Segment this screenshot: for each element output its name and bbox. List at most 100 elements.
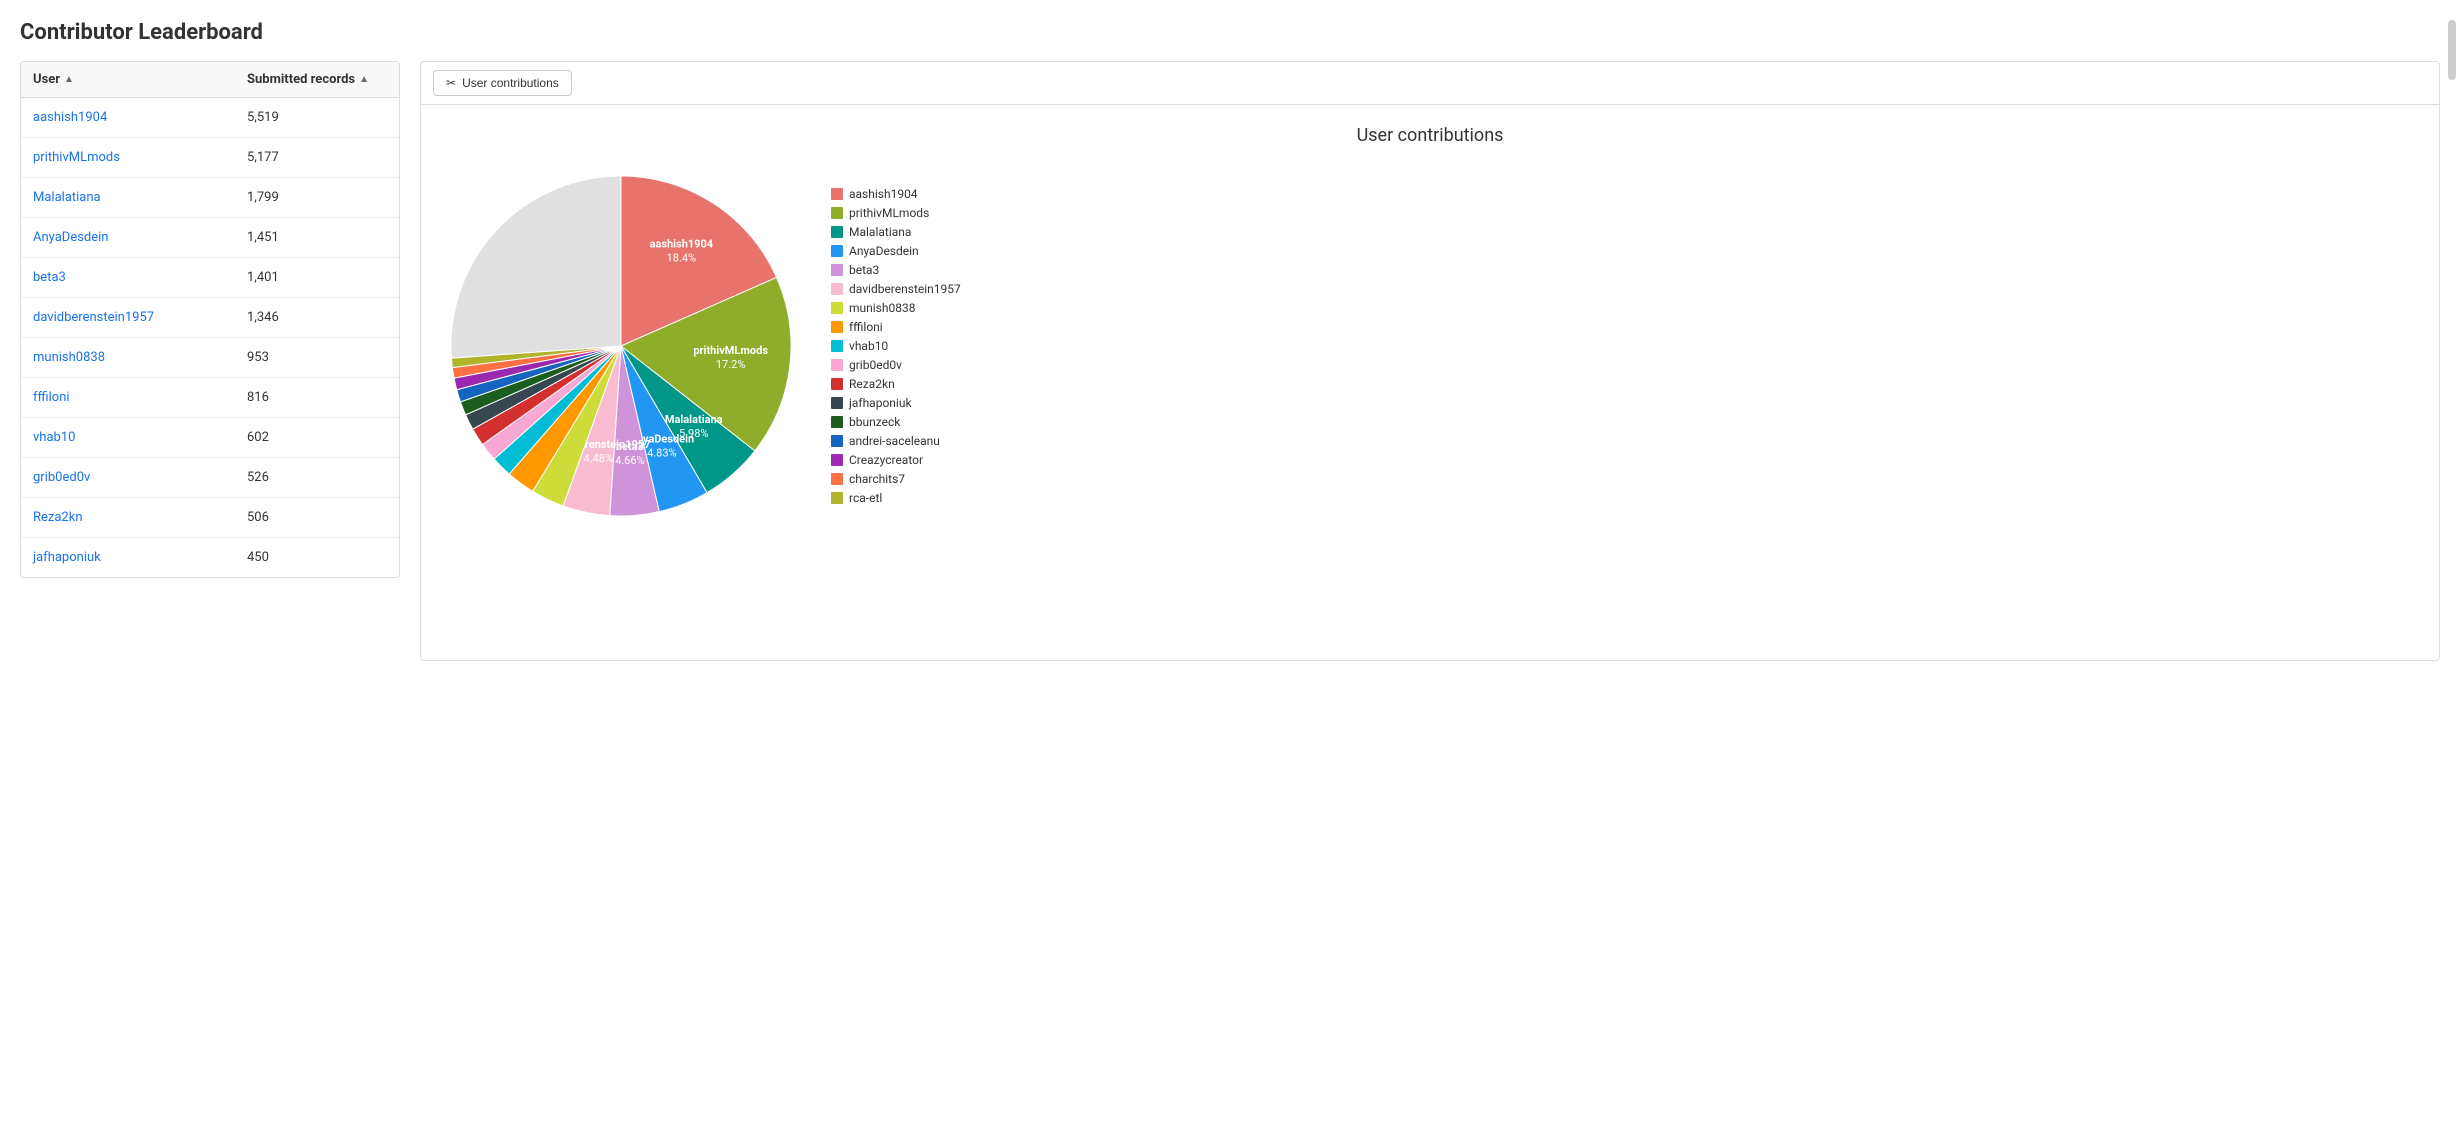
cell-records: 5,519 [247,110,387,125]
legend-label: beta3 [849,263,879,277]
cell-user: prithivMLmods [33,150,247,165]
legend-label: rca-etl [849,491,882,505]
table-row: prithivMLmods 5,177 [21,138,399,178]
chart-area: aashish190418.4%prithivMLmods17.2%Malala… [441,166,2419,526]
table-row: jafhaponiuk 450 [21,538,399,577]
legend-color [831,321,843,333]
legend-item: Reza2kn [831,377,961,391]
table-row: Malalatiana 1,799 [21,178,399,218]
cell-records: 450 [247,550,387,565]
user-link[interactable]: vhab10 [33,430,75,445]
cell-user: grib0ed0v [33,470,247,485]
records-sort-icon[interactable]: ▲ [359,74,369,85]
user-link[interactable]: Malalatiana [33,190,101,205]
chart-tab-bar: ✂ User contributions [421,62,2439,105]
legend-item: aashish1904 [831,187,961,201]
cell-user: aashish1904 [33,110,247,125]
legend-label: AnyaDesdein [849,244,919,258]
chart-icon: ✂ [446,76,456,90]
legend-color [831,416,843,428]
user-link[interactable]: prithivMLmods [33,150,120,165]
table-row: Reza2kn 506 [21,498,399,538]
user-link[interactable]: Reza2kn [33,510,83,525]
legend-item: davidberenstein1957 [831,282,961,296]
pie-chart: aashish190418.4%prithivMLmods17.2%Malala… [441,166,801,526]
legend-item: beta3 [831,263,961,277]
cell-user: munish0838 [33,350,247,365]
cell-records: 1,799 [247,190,387,205]
legend-item: vhab10 [831,339,961,353]
legend-label: Creazycreator [849,453,923,467]
cell-records: 1,346 [247,310,387,325]
legend-color [831,207,843,219]
pie-slice [451,176,621,358]
records-col-label: Submitted records [247,72,355,87]
legend-color [831,454,843,466]
legend-item: fffiloni [831,320,961,334]
user-sort-icon[interactable]: ▲ [64,74,74,85]
col-records-header: Submitted records ▲ [247,72,387,87]
pie-percent: 4.66% [615,454,645,467]
chart-legend: aashish1904 prithivMLmods Malalatiana An… [831,187,961,505]
legend-color [831,283,843,295]
cell-records: 506 [247,510,387,525]
legend-color [831,492,843,504]
page-scrollbar[interactable] [2448,20,2456,80]
user-col-label: User [33,72,60,87]
user-contributions-tab[interactable]: ✂ User contributions [433,70,572,96]
legend-color [831,473,843,485]
legend-color [831,435,843,447]
legend-label: bbunzeck [849,415,900,429]
pie-percent: 17.2% [716,358,746,371]
user-link[interactable]: beta3 [33,270,66,285]
legend-color [831,226,843,238]
legend-label: andrei-saceleanu [849,434,940,448]
legend-item: Creazycreator [831,453,961,467]
cell-user: beta3 [33,270,247,285]
cell-user: fffiloni [33,390,247,405]
table-row: beta3 1,401 [21,258,399,298]
cell-records: 816 [247,390,387,405]
cell-records: 5,177 [247,150,387,165]
legend-item: Malalatiana [831,225,961,239]
table-row: aashish1904 5,519 [21,98,399,138]
chart-panel: ✂ User contributions User contributions … [420,61,2440,661]
table-row: vhab10 602 [21,418,399,458]
legend-item: jafhaponiuk [831,396,961,410]
user-link[interactable]: fffiloni [33,390,70,405]
table-row: davidberenstein1957 1,346 [21,298,399,338]
user-link[interactable]: munish0838 [33,350,105,365]
legend-color [831,302,843,314]
legend-item: charchits7 [831,472,961,486]
legend-label: vhab10 [849,339,888,353]
legend-item: munish0838 [831,301,961,315]
legend-label: Reza2kn [849,377,895,391]
legend-label: Malalatiana [849,225,911,239]
legend-color [831,340,843,352]
main-layout: User ▲ Submitted records ▲ aashish1904 5… [20,61,2440,661]
col-user-header: User ▲ [33,72,247,87]
legend-color [831,397,843,409]
chart-tab-label: User contributions [462,76,559,90]
user-link[interactable]: AnyaDesdein [33,230,109,245]
pie-label: aashish1904 [650,237,714,250]
legend-label: prithivMLmods [849,206,929,220]
user-link[interactable]: davidberenstein1957 [33,310,154,325]
legend-color [831,378,843,390]
legend-label: munish0838 [849,301,915,315]
legend-item: andrei-saceleanu [831,434,961,448]
cell-user: Malalatiana [33,190,247,205]
legend-label: fffiloni [849,320,883,334]
legend-item: rca-etl [831,491,961,505]
cell-records: 526 [247,470,387,485]
legend-color [831,264,843,276]
user-link[interactable]: grib0ed0v [33,470,90,485]
user-link[interactable]: jafhaponiuk [33,550,101,565]
legend-label: aashish1904 [849,187,918,201]
pie-percent: 4.48% [584,452,614,465]
cell-records: 602 [247,430,387,445]
legend-item: grib0ed0v [831,358,961,372]
table-row: fffiloni 816 [21,378,399,418]
user-link[interactable]: aashish1904 [33,110,107,125]
cell-records: 1,401 [247,270,387,285]
